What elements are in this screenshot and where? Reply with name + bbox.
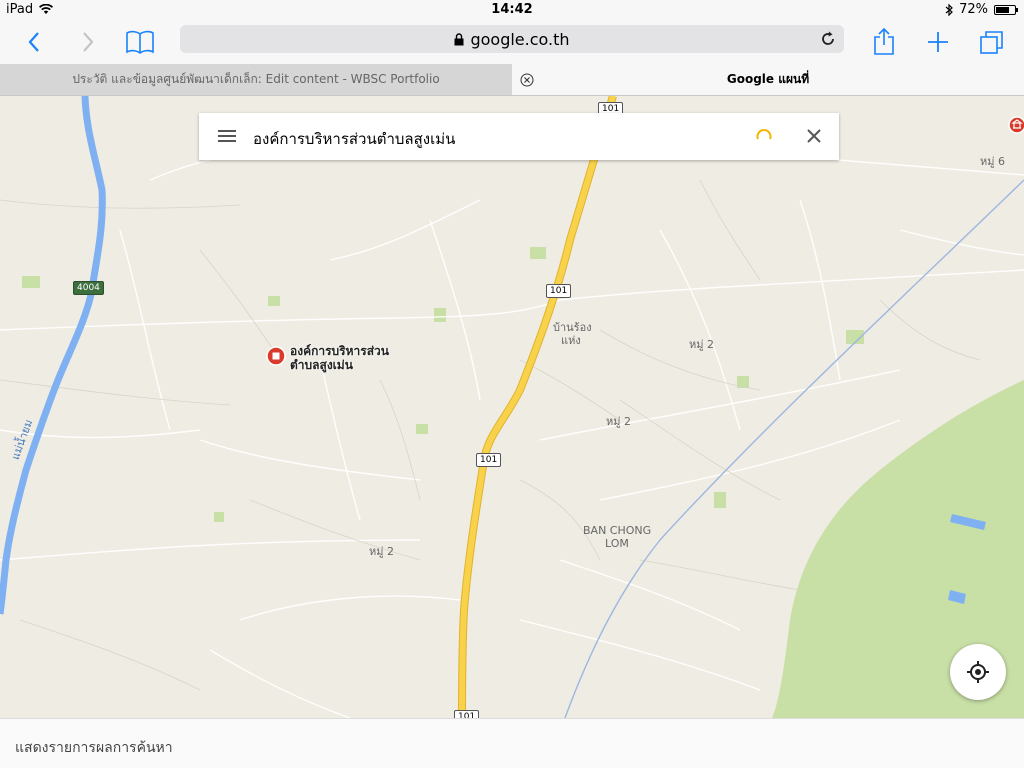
reload-icon[interactable] [818,29,838,49]
battery-icon [994,4,1018,15]
village-label: แห่ง [561,334,581,347]
road-shield: 101 [546,284,572,298]
search-query[interactable]: องค์การบริหารส่วนตำบลสูงเม่น [253,127,455,151]
tab-label: Google แผนที่ [726,72,810,86]
tabs-icon [980,31,1003,54]
tab-wbsc-portfolio[interactable]: ประวัติ และข้อมูลศูนย์พัฒนาเด็กเล็ก: Edi… [0,64,512,95]
tab-label: ประวัติ และข้อมูลศูนย์พัฒนาเด็กเล็ก: Edi… [72,72,440,86]
back-button[interactable] [16,24,52,60]
menu-icon[interactable] [217,127,237,145]
results-list-bar[interactable]: แสดงรายการผลการค้นหา [0,718,1024,768]
share-button[interactable] [866,24,902,60]
bluetooth-icon [945,3,953,16]
moo-label: หมู่ 2 [689,338,714,351]
road-shield: 4004 [73,281,104,295]
poi-marker-icon[interactable] [266,346,286,366]
search-box[interactable]: องค์การบริหารส่วนตำบลสูงเม่น [199,113,839,160]
crosshair-icon [967,661,989,683]
clear-search-icon[interactable] [803,125,825,147]
chevron-right-icon [83,32,94,52]
moo-label: หมู่ 2 [606,415,631,428]
poi-label-line1: องค์การบริหารส่วน [290,344,389,358]
book-icon [126,30,154,54]
battery-percent: 72% [959,2,988,17]
new-tab-button[interactable] [920,24,956,60]
map-graphics [0,96,1024,718]
status-time: 14:42 [491,2,533,17]
moo-label: หมู่ 2 [369,545,394,558]
share-icon [874,28,894,55]
area-label: BAN CHONG [583,524,652,537]
area-label: LOM [605,537,629,550]
temple-marker-icon[interactable] [1008,116,1024,134]
status-bar: iPad 14:42 72% [0,0,1024,20]
poi-label[interactable]: องค์การบริหารส่วน ตำบลสูงเม่น [290,344,389,372]
url-text: google.co.th [470,29,570,49]
moo-label: หมู่ 6 [980,155,1005,168]
close-tab-icon[interactable] [520,73,534,87]
plus-icon [928,32,948,52]
loading-spinner-icon [756,129,772,140]
browser-toolbar: google.co.th [0,20,1024,64]
chevron-left-icon [28,32,39,52]
results-list-label: แสดงรายการผลการค้นหา [15,740,173,756]
road-shield: 101 [476,453,502,467]
bookmarks-button[interactable] [122,24,158,60]
poi-label-line2: ตำบลสูงเม่น [290,358,353,372]
lock-icon [454,32,464,45]
tab-strip: ประวัติ และข้อมูลศูนย์พัฒนาเด็กเล็ก: Edi… [0,64,1024,96]
river [0,96,106,615]
my-location-button[interactable] [950,644,1006,700]
forward-button[interactable] [70,24,106,60]
map-canvas[interactable]: องค์การบริหารส่วน ตำบลสูงเม่น แม่น้ำยม บ… [0,96,1024,718]
tab-google-maps[interactable]: Google แผนที่ [512,64,1024,95]
tabs-button[interactable] [974,24,1010,60]
address-bar[interactable]: google.co.th [180,25,844,53]
road-shield: 101 [454,710,480,718]
